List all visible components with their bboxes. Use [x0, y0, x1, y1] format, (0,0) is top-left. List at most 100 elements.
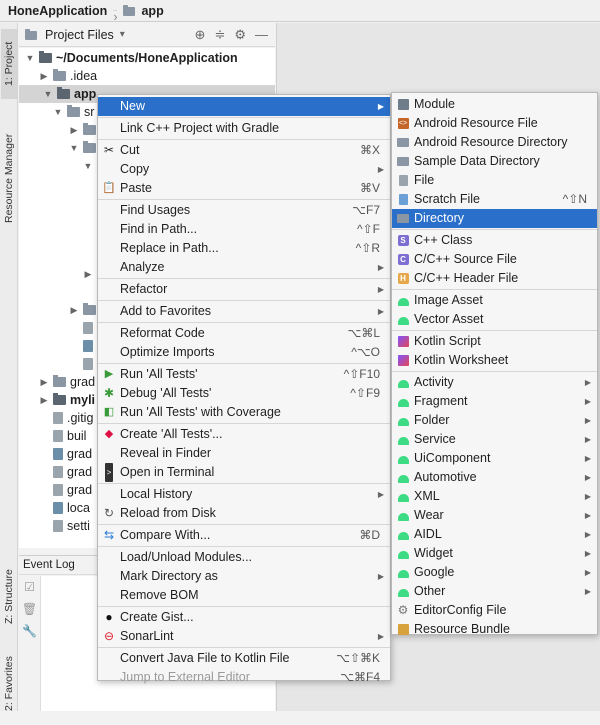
new-submenu-item-android-resource-directory[interactable]: Android Resource Directory: [392, 133, 597, 152]
gear-icon[interactable]: ⚙: [234, 27, 246, 43]
new-submenu-item-module[interactable]: Module: [392, 95, 597, 114]
new-submenu-item-wear[interactable]: Wear ▶: [392, 506, 597, 525]
collapse-all-icon[interactable]: ≑: [214, 27, 225, 43]
chevron-right-icon[interactable]: ▶: [83, 265, 93, 283]
tree-row-settings[interactable]: setti: [53, 517, 90, 535]
tab-resource-manager[interactable]: Resource Manager: [1, 121, 17, 236]
new-submenu-item-c-c-header-file[interactable]: H C/C++ Header File: [392, 269, 597, 288]
tree-row-build[interactable]: buil: [53, 427, 86, 445]
context-menu-item-compare-with[interactable]: ⇆ Compare With... ⌘D: [98, 526, 390, 545]
new-submenu-item-uicomponent[interactable]: UiComponent ▶: [392, 449, 597, 468]
mark-read-icon[interactable]: ☑: [19, 576, 40, 598]
new-submenu-item-aidl[interactable]: AIDL ▶: [392, 525, 597, 544]
chevron-down-icon[interactable]: ▼: [83, 157, 93, 175]
new-submenu-item-image-asset[interactable]: Image Asset: [392, 291, 597, 310]
new-submenu-item-widget[interactable]: Widget ▶: [392, 544, 597, 563]
new-submenu-item-automotive[interactable]: Automotive ▶: [392, 468, 597, 487]
new-submenu-item-editorconfig-file[interactable]: ⚙ EditorConfig File: [392, 601, 597, 620]
tree-row-root[interactable]: ▼ ~/Documents/HoneApplication: [25, 49, 238, 67]
chevron-right-icon[interactable]: ▶: [39, 373, 49, 391]
new-submenu-item-c-c-source-file[interactable]: C C/C++ Source File: [392, 250, 597, 269]
context-menu-item-local-history[interactable]: Local History ▶: [98, 485, 390, 504]
new-submenu-item-sample-data-directory[interactable]: Sample Data Directory: [392, 152, 597, 171]
tree-row-src[interactable]: ▼ sr: [53, 103, 94, 121]
chevron-down-icon[interactable]: ▼: [53, 103, 63, 121]
new-submenu-item-c-class[interactable]: S C++ Class: [392, 231, 597, 250]
context-menu-item-cut[interactable]: ✂ Cut ⌘X: [98, 141, 390, 160]
context-menu-item-debug-all-tests[interactable]: ✱ Debug 'All Tests' ^⇧F9: [98, 384, 390, 403]
context-menu-item-load-unload-modules[interactable]: Load/Unload Modules...: [98, 548, 390, 567]
project-view-selector[interactable]: Project Files: [45, 28, 114, 42]
context-menu-item-reformat-code[interactable]: Reformat Code ⌥⌘L: [98, 324, 390, 343]
chevron-right-icon[interactable]: ▶: [39, 67, 49, 85]
trash-icon[interactable]: 🗑: [19, 598, 40, 620]
chevron-down-icon[interactable]: ▼: [69, 139, 79, 157]
new-submenu-item-file[interactable]: File: [392, 171, 597, 190]
breadcrumb-module[interactable]: app: [141, 4, 163, 18]
tree-row-gitignore[interactable]: .gitig: [53, 409, 93, 427]
context-menu-item-find-in-path[interactable]: Find in Path... ^⇧F: [98, 220, 390, 239]
new-submenu-item-kotlin-script[interactable]: Kotlin Script: [392, 332, 597, 351]
tree-row[interactable]: ▶: [83, 265, 93, 283]
new-submenu-item-vector-asset[interactable]: Vector Asset: [392, 310, 597, 329]
minimize-icon[interactable]: —: [255, 27, 268, 43]
context-menu-item-link-c-project-with-gradle[interactable]: Link C++ Project with Gradle: [98, 119, 390, 138]
tree-row-grad3[interactable]: grad: [53, 463, 92, 481]
context-menu-item-convert-java-file-to-kotlin-file[interactable]: Convert Java File to Kotlin File ⌥⇧⌘K: [98, 649, 390, 668]
tab-favorites[interactable]: 2: Favorites: [1, 643, 17, 725]
locate-icon[interactable]: ⊕: [195, 27, 206, 43]
new-submenu-item-scratch-file[interactable]: Scratch File ^⇧N: [392, 190, 597, 209]
new-submenu-item-directory[interactable]: Directory: [392, 209, 597, 228]
chevron-right-icon[interactable]: ▶: [39, 391, 49, 409]
context-menu-item-reload-from-disk[interactable]: ↻ Reload from Disk: [98, 504, 390, 523]
new-submenu-item-google[interactable]: Google ▶: [392, 563, 597, 582]
tree-row-mylib[interactable]: ▶ myli: [39, 391, 95, 409]
new-submenu-item-service[interactable]: Service ▶: [392, 430, 597, 449]
tree-row[interactable]: ▶: [69, 121, 96, 139]
new-submenu-item-other[interactable]: Other ▶: [392, 582, 597, 601]
chevron-right-icon[interactable]: ▶: [69, 301, 79, 319]
new-submenu-item-folder[interactable]: Folder ▶: [392, 411, 597, 430]
context-menu-item-create-gist[interactable]: ● Create Gist...: [98, 608, 390, 627]
context-menu-item-mark-directory-as[interactable]: Mark Directory as ▶: [98, 567, 390, 586]
breadcrumb-project[interactable]: HoneApplication: [8, 4, 107, 18]
context-menu-item-find-usages[interactable]: Find Usages ⌥F7: [98, 201, 390, 220]
chevron-right-icon[interactable]: ▶: [69, 121, 79, 139]
new-submenu-item-xml[interactable]: XML ▶: [392, 487, 597, 506]
new-submenu-item-resource-bundle[interactable]: Resource Bundle: [392, 620, 597, 639]
tree-row-gradle[interactable]: ▶ grad: [39, 373, 95, 391]
tab-project[interactable]: 1: Project: [1, 29, 17, 99]
tree-row-idea[interactable]: ▶ .idea: [39, 67, 97, 85]
tree-row[interactable]: ▶: [69, 301, 96, 319]
tab-structure[interactable]: Z: Structure: [1, 558, 17, 636]
context-menu-item-paste[interactable]: 📋 Paste ⌘V: [98, 179, 390, 198]
context-menu-item-analyze[interactable]: Analyze ▶: [98, 258, 390, 277]
context-menu-item-reveal-in-finder[interactable]: Reveal in Finder: [98, 444, 390, 463]
context-menu-item-sonarlint[interactable]: ⊖ SonarLint ▶: [98, 627, 390, 646]
menu-item-shortcut: ^⇧F10: [343, 367, 380, 381]
tree-row-grad4[interactable]: grad: [53, 481, 92, 499]
context-menu-item-copy[interactable]: Copy ▶: [98, 160, 390, 179]
new-submenu-item-fragment[interactable]: Fragment ▶: [392, 392, 597, 411]
chevron-down-icon[interactable]: ▼: [43, 85, 53, 103]
new-submenu-item-kotlin-worksheet[interactable]: Kotlin Worksheet: [392, 351, 597, 370]
context-menu-item-remove-bom[interactable]: Remove BOM: [98, 586, 390, 605]
context-menu-item-refactor[interactable]: Refactor ▶: [98, 280, 390, 299]
context-menu-item-open-in-terminal[interactable]: > Open in Terminal: [98, 462, 390, 482]
context-menu-item-run-all-tests[interactable]: ▶ Run 'All Tests' ^⇧F10: [98, 365, 390, 384]
context-menu-item-run-all-tests-with-coverage[interactable]: ◧ Run 'All Tests' with Coverage: [98, 403, 390, 422]
chevron-down-icon[interactable]: ▾: [120, 29, 125, 40]
tree-row-grad2[interactable]: grad: [53, 445, 92, 463]
context-menu-item-add-to-favorites[interactable]: Add to Favorites ▶: [98, 302, 390, 321]
new-submenu-item-android-resource-file[interactable]: <> Android Resource File: [392, 114, 597, 133]
tree-row[interactable]: ▼: [69, 139, 96, 157]
wrench-icon[interactable]: 🔧: [19, 620, 40, 642]
tree-row-local[interactable]: loca: [53, 499, 90, 517]
context-menu-item-optimize-imports[interactable]: Optimize Imports ^⌥O: [98, 343, 390, 362]
tree-row[interactable]: ▼: [83, 157, 93, 175]
context-menu-item-replace-in-path[interactable]: Replace in Path... ^⇧R: [98, 239, 390, 258]
new-submenu-item-activity[interactable]: Activity ▶: [392, 373, 597, 392]
context-menu-item-new[interactable]: New ▶: [98, 97, 390, 116]
context-menu-item-create-all-tests[interactable]: ◆ Create 'All Tests'...: [98, 425, 390, 444]
chevron-down-icon[interactable]: ▼: [25, 49, 35, 67]
